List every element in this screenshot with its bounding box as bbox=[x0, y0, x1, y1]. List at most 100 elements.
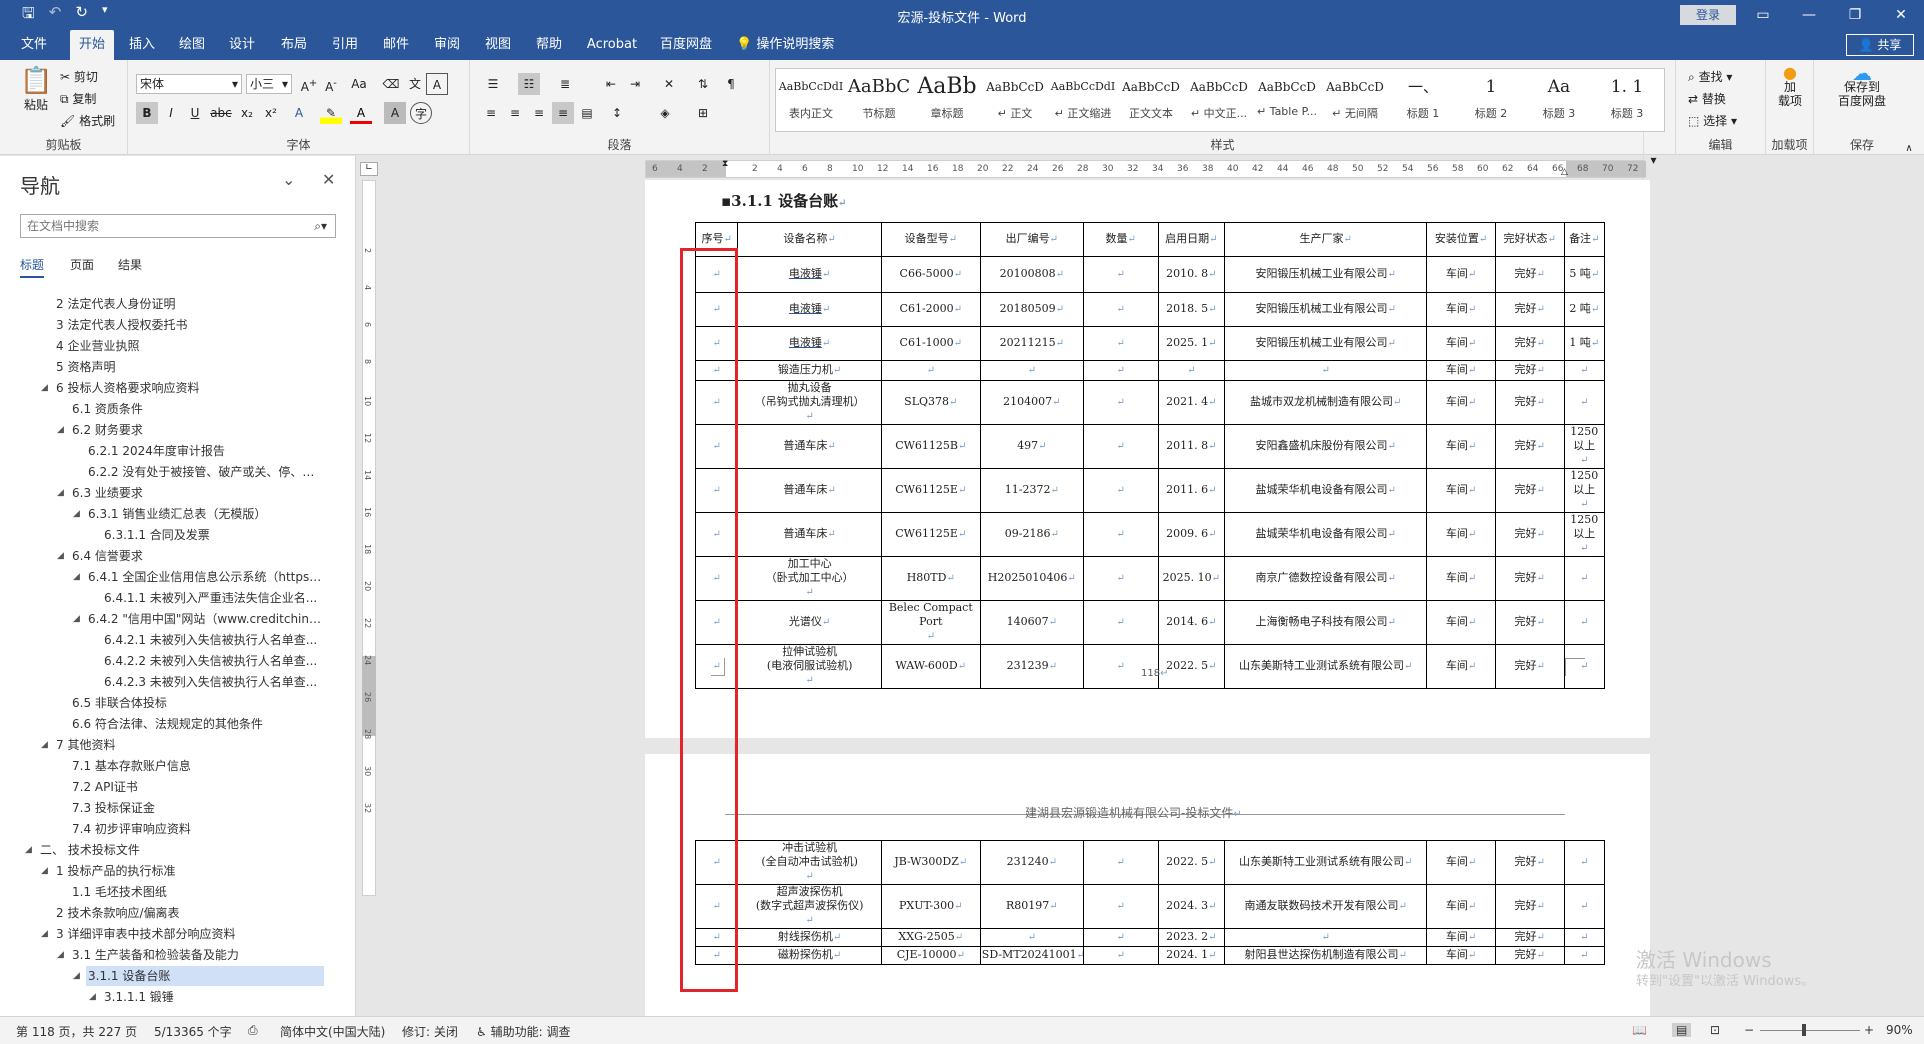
nav-heading-item[interactable]: 6.4.2.3 未被列入失信被执行人名单查... bbox=[102, 672, 324, 692]
word-count[interactable]: 5/13365 个字 bbox=[154, 1023, 232, 1040]
tell-me-search[interactable]: 💡 操作说明搜索 bbox=[736, 30, 886, 60]
table-cell[interactable]: ↵ bbox=[1082, 600, 1159, 645]
table-cell[interactable]: 完好↵ bbox=[1494, 326, 1565, 361]
table-cell[interactable]: 盐城荣华机电设备有限公司↵ bbox=[1224, 468, 1428, 513]
table-cell[interactable]: ↵ bbox=[1082, 946, 1159, 965]
tab-baidu-netdisk[interactable]: 百度网盘 bbox=[656, 30, 716, 60]
table-cell[interactable]: 2009. 6↵ bbox=[1157, 512, 1226, 557]
table-cell[interactable]: 车间↵ bbox=[1426, 840, 1496, 885]
table-cell[interactable]: R80197↵ bbox=[979, 884, 1084, 929]
login-button[interactable]: 登录 bbox=[1680, 5, 1736, 25]
table-cell[interactable]: 1 吨↵ bbox=[1563, 326, 1606, 361]
table-cell[interactable]: 安阳锻压机械工业有限公司↵ bbox=[1224, 292, 1428, 327]
table-cell[interactable]: H2025010406↵ bbox=[979, 556, 1084, 601]
table-cell[interactable]: 140607↵ bbox=[979, 600, 1084, 645]
close-window-icon[interactable]: ✕ bbox=[1878, 0, 1924, 30]
nav-heading-item[interactable]: 6.5 非联合体投标 bbox=[70, 693, 324, 713]
table-cell[interactable]: 完好↵ bbox=[1494, 380, 1565, 425]
select-button[interactable]: ⬚ 选择 ▾ bbox=[1688, 112, 1737, 129]
table-cell[interactable]: 车间↵ bbox=[1426, 292, 1496, 327]
nav-heading-item[interactable]: 6.4.2.2 未被列入失信被执行人名单查... bbox=[102, 651, 324, 671]
table-cell[interactable]: ↵ bbox=[1563, 556, 1606, 601]
customize-quick-access-icon[interactable]: ▾ bbox=[102, 3, 108, 28]
table-row[interactable]: ↵ 普通车床↵ CW61125B↵ 497↵ ↵ 2011. 8↵ 安阳鑫盛机床股份有限公司… bbox=[694, 424, 1606, 469]
line-spacing-icon[interactable]: ↕ bbox=[606, 102, 628, 124]
table-cell[interactable]: 231240↵ bbox=[979, 840, 1084, 885]
table-cell[interactable]: 加工中心 （卧式加工中心） ↵ bbox=[737, 556, 882, 601]
subscript-icon[interactable]: x₂ bbox=[236, 102, 258, 124]
table-cell[interactable]: 电液锤↵ bbox=[737, 256, 882, 293]
table-cell[interactable]: ↵ bbox=[1563, 946, 1606, 965]
table-cell[interactable]: 生产厂家↵ bbox=[1224, 222, 1428, 257]
table-cell[interactable]: 09-2186↵ bbox=[979, 512, 1084, 557]
table-cell[interactable]: 车间↵ bbox=[1426, 928, 1496, 947]
table-cell[interactable]: ↵ bbox=[1082, 360, 1159, 381]
table-cell[interactable]: 完好↵ bbox=[1494, 424, 1565, 469]
collapse-toggle-icon[interactable]: ◢ bbox=[73, 614, 80, 624]
highlight-icon[interactable]: ✎ bbox=[320, 102, 342, 124]
table-row[interactable]: ↵ 电液锤↵ C61-1000↵ 20211215↵ ↵ 2025. 1↵ 安阳锻压机械工业… bbox=[694, 326, 1606, 361]
table-cell[interactable]: 车间↵ bbox=[1426, 424, 1496, 469]
table-cell[interactable]: 电液锤↵ bbox=[737, 292, 882, 327]
table-cell[interactable]: 车间↵ bbox=[1426, 600, 1496, 645]
table-cell[interactable]: PXUT-300↵ bbox=[880, 884, 981, 929]
nav-heading-item[interactable]: 6.4.2.1 未被列入失信被执行人名单查... bbox=[102, 630, 324, 650]
nav-heading-item[interactable]: 6.4.1 全国企业信用信息公示系统（https:... bbox=[86, 567, 324, 587]
table-cell[interactable]: 2024. 3↵ bbox=[1157, 884, 1226, 929]
style-0[interactable]: AaBbCcDdI 表内正文 bbox=[778, 69, 844, 131]
shading-icon[interactable]: ◈ bbox=[654, 102, 676, 124]
table-row[interactable]: ↵ 射线探伤机↵ XXG-2505↵ ↵ ↵ 2023. 2↵ ↵ 车间↵ 完好↵ ↵ bbox=[694, 928, 1606, 947]
nav-heading-item[interactable]: 6.2.1 2024年度审计报告 bbox=[86, 441, 324, 461]
style-7[interactable]: AaBbCcD ↵ Table P... bbox=[1254, 69, 1320, 131]
table-cell[interactable]: JB-W300DZ↵ bbox=[880, 840, 981, 885]
table-cell[interactable]: H80TD↵ bbox=[880, 556, 981, 601]
justify-icon[interactable]: ≡ bbox=[552, 102, 574, 124]
table-cell[interactable]: 车间↵ bbox=[1426, 326, 1496, 361]
tab-file[interactable]: 文件 bbox=[14, 30, 54, 60]
table-cell[interactable]: 2018. 5↵ bbox=[1157, 292, 1226, 327]
table-cell[interactable]: 南通友联数码技术开发有限公司↵ bbox=[1224, 884, 1428, 929]
table-cell[interactable]: 电液锤↵ bbox=[737, 326, 882, 361]
table-cell[interactable]: 光谱仪↵ bbox=[737, 600, 882, 645]
zoom-in-icon[interactable]: + bbox=[1864, 1023, 1874, 1037]
table-cell[interactable]: 2014. 6↵ bbox=[1157, 600, 1226, 645]
table-cell[interactable]: 车间↵ bbox=[1426, 946, 1496, 965]
nav-heading-item[interactable]: 6.6 符合法律、法规规定的其他条件 bbox=[70, 714, 324, 734]
zoom-out-icon[interactable]: − bbox=[1744, 1023, 1754, 1037]
table-cell[interactable]: 安阳锻压机械工业有限公司↵ bbox=[1224, 256, 1428, 293]
table-cell[interactable]: SD-MT20241001↵ bbox=[979, 946, 1084, 965]
table-cell[interactable]: 2024. 1↵ bbox=[1157, 946, 1226, 965]
table-cell[interactable]: 完好↵ bbox=[1494, 292, 1565, 327]
collapse-toggle-icon[interactable]: ◢ bbox=[73, 572, 80, 582]
collapse-toggle-icon[interactable]: ◢ bbox=[41, 383, 48, 393]
table-cell[interactable]: 2021. 4↵ bbox=[1157, 380, 1226, 425]
nav-tab-results[interactable]: 结果 bbox=[118, 256, 142, 273]
nav-options-icon[interactable]: ⌄ bbox=[282, 170, 295, 189]
nav-heading-item[interactable]: 6.2.2 没有处于被接管、破产或关、停、并... bbox=[86, 462, 324, 482]
tab-design[interactable]: 设计 bbox=[222, 30, 262, 60]
table-cell[interactable]: 超声波探伤机 (数字式超声波探伤仪) ↵ bbox=[737, 884, 882, 929]
table-cell[interactable]: 1250 以上 ↵ bbox=[1563, 424, 1606, 469]
table-cell[interactable]: 20100808↵ bbox=[979, 256, 1084, 293]
table-cell[interactable]: ↵ bbox=[1082, 380, 1159, 425]
nav-heading-item[interactable]: 6.3 业绩要求 bbox=[70, 483, 324, 503]
table-cell[interactable]: ↵ bbox=[1563, 928, 1606, 947]
show-marks-icon[interactable]: ¶ bbox=[720, 73, 742, 95]
tab-selector-icon[interactable]: ∟ bbox=[360, 162, 378, 176]
collapse-toggle-icon[interactable]: ◢ bbox=[73, 509, 80, 519]
table-cell[interactable]: 2022. 5↵ bbox=[1157, 840, 1226, 885]
table-cell[interactable]: 射阳县世达探伤机制造有限公司↵ bbox=[1224, 946, 1428, 965]
nav-heading-item[interactable]: 7 其他资料 bbox=[54, 735, 324, 755]
font-size-select[interactable]: 小三 ▾ bbox=[246, 74, 292, 94]
save-icon[interactable]: 🖫 bbox=[22, 3, 35, 28]
table-cell[interactable]: ↵ bbox=[880, 360, 981, 381]
table-cell[interactable]: 车间↵ bbox=[1426, 644, 1496, 689]
replace-button[interactable]: ⇄ 替换 bbox=[1688, 90, 1726, 107]
undo-icon[interactable]: ↶ bbox=[49, 3, 62, 28]
table-cell[interactable]: 车间↵ bbox=[1426, 360, 1496, 381]
table-cell[interactable]: ↵ bbox=[1224, 928, 1428, 947]
table-cell[interactable]: 20211215↵ bbox=[979, 326, 1084, 361]
nav-heading-item[interactable]: 2 法定代表人身份证明 bbox=[54, 294, 324, 314]
table-row[interactable]: ↵ 拉伸试验机 (电液伺服试验机) ↵ WAW-600D↵ 231239↵ ↵ 2022. 5… bbox=[694, 644, 1606, 689]
table-cell[interactable]: 完好↵ bbox=[1494, 600, 1565, 645]
